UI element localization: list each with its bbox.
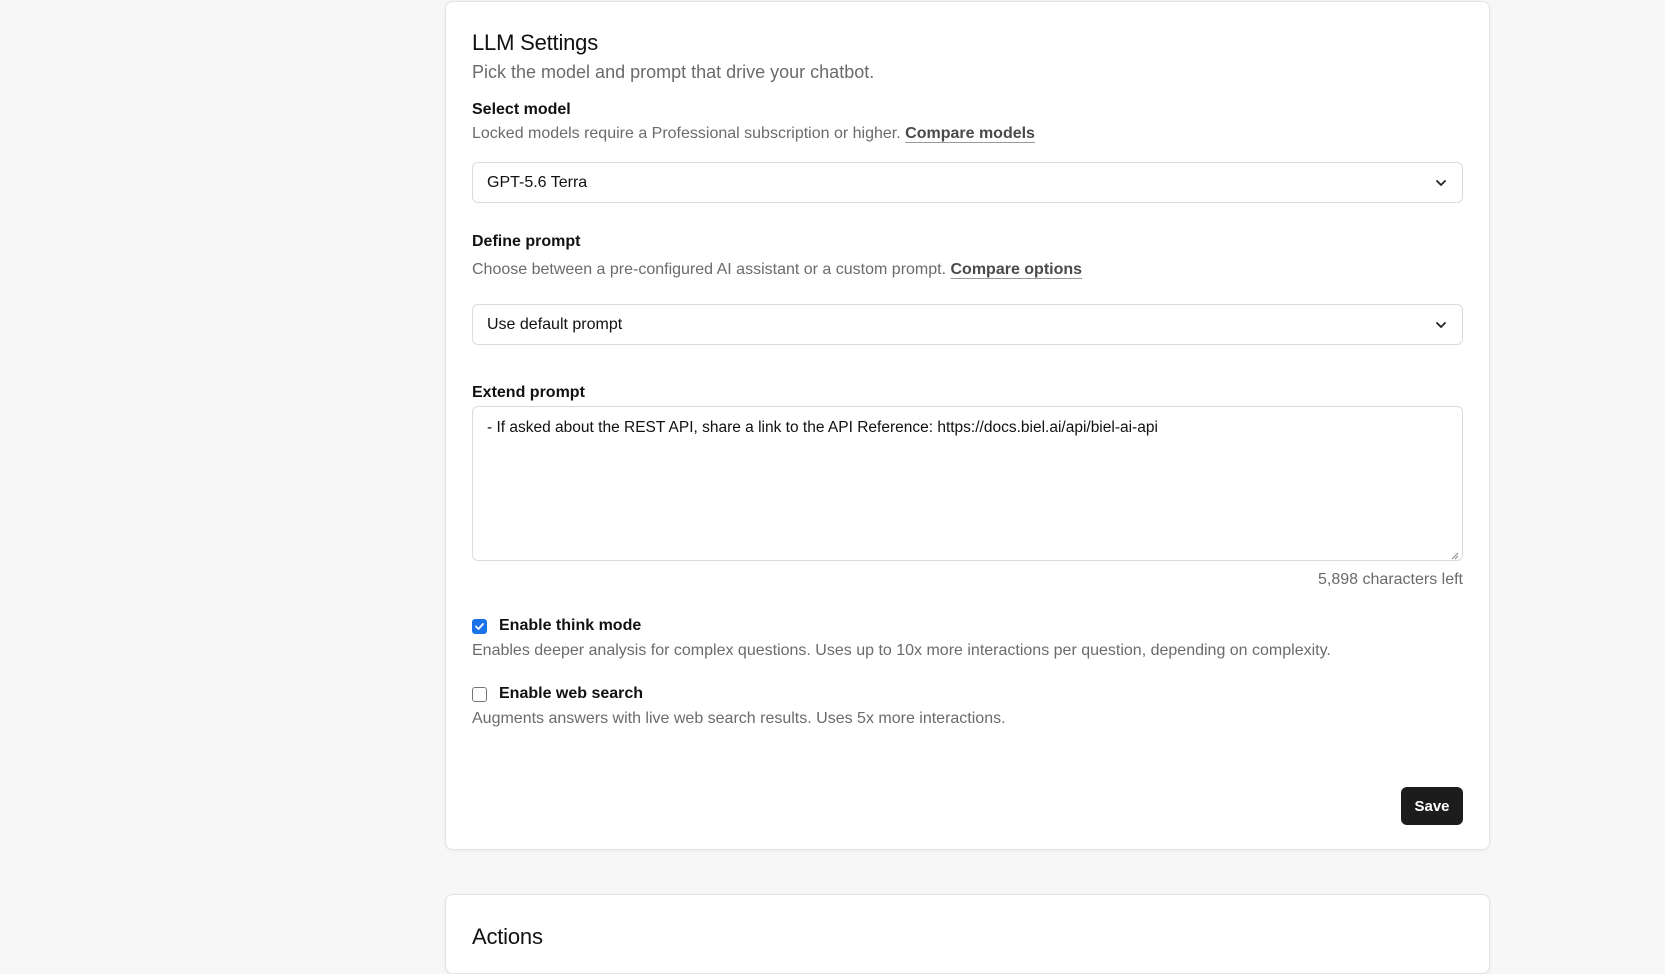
think-mode-row: Enable think mode	[472, 617, 641, 635]
extend-prompt-label: Extend prompt	[472, 384, 585, 401]
define-prompt-help: Choose between a pre-configured AI assis…	[472, 261, 1082, 279]
think-mode-label[interactable]: Enable think mode	[499, 617, 641, 635]
prompt-select[interactable]: Use default prompt	[472, 304, 1463, 345]
select-model-label: Select model	[472, 101, 571, 118]
chevron-down-icon	[1434, 176, 1448, 190]
web-search-checkbox[interactable]	[472, 686, 487, 702]
save-button[interactable]: Save	[1401, 787, 1463, 825]
prompt-select-value: Use default prompt	[487, 315, 623, 333]
extend-prompt-textarea[interactable]: - If asked about the REST API, share a l…	[472, 406, 1463, 561]
select-model-help: Locked models require a Professional sub…	[472, 125, 1035, 143]
characters-left-counter: 5,898 characters left	[1318, 571, 1463, 588]
model-select[interactable]: GPT-5.6 Terra	[472, 162, 1463, 203]
web-search-description: Augments answers with live web search re…	[472, 710, 1006, 727]
actions-card: Actions	[445, 894, 1490, 974]
resize-grip-icon[interactable]	[1449, 547, 1459, 560]
define-prompt-label: Define prompt	[472, 233, 581, 250]
web-search-row: Enable web search	[472, 685, 643, 703]
think-mode-description: Enables deeper analysis for complex ques…	[472, 642, 1331, 659]
llm-settings-card: LLM Settings Pick the model and prompt t…	[445, 1, 1490, 850]
llm-settings-title: LLM Settings	[472, 30, 599, 55]
compare-models-link[interactable]: Compare models	[905, 125, 1035, 142]
model-select-value: GPT-5.6 Terra	[487, 173, 588, 191]
chevron-down-icon	[1434, 318, 1448, 332]
web-search-label[interactable]: Enable web search	[499, 685, 643, 703]
define-prompt-help-text: Choose between a pre-configured AI assis…	[472, 261, 947, 278]
compare-options-link[interactable]: Compare options	[950, 261, 1082, 278]
actions-title: Actions	[472, 924, 543, 949]
think-mode-checkbox[interactable]	[472, 618, 487, 634]
extend-prompt-value: - If asked about the REST API, share a l…	[487, 419, 1158, 436]
llm-settings-subtitle: Pick the model and prompt that drive you…	[472, 62, 875, 82]
select-model-help-text: Locked models require a Professional sub…	[472, 125, 901, 142]
checkmark-icon	[475, 622, 484, 630]
